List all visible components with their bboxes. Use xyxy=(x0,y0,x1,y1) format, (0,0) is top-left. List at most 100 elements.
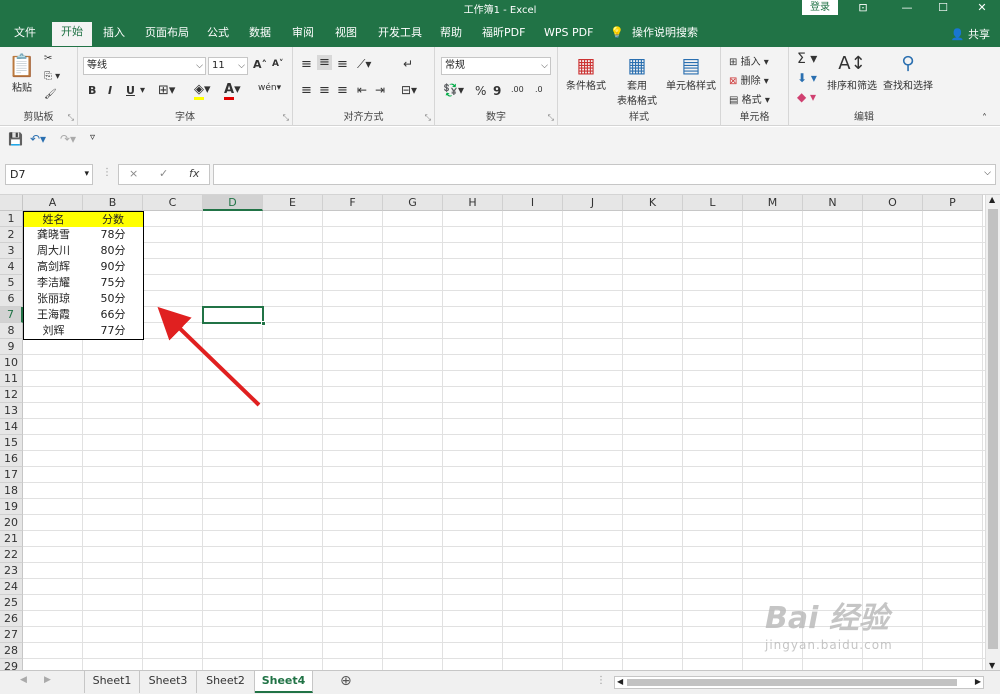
tell-me-search[interactable]: 操作说明搜索 xyxy=(628,23,702,47)
login-button[interactable]: 登录 xyxy=(802,0,838,15)
fill-icon[interactable]: ⬇ ▾ xyxy=(797,71,817,85)
tab-split-handle-icon[interactable]: ⋮ xyxy=(596,675,606,686)
increase-indent-icon[interactable]: ⇥ xyxy=(375,83,385,97)
column-header-k[interactable]: K xyxy=(623,195,683,211)
sheet-tab-sheet1[interactable]: Sheet1 xyxy=(84,671,140,693)
row-header-15[interactable]: 15 xyxy=(0,435,23,451)
row-header-4[interactable]: 4 xyxy=(0,259,23,275)
row-header-11[interactable]: 11 xyxy=(0,371,23,387)
align-middle-icon[interactable]: ≡ xyxy=(317,55,332,70)
vertical-scrollbar[interactable]: ▲ ▼ xyxy=(985,195,1000,670)
horizontal-scrollbar[interactable]: ◀ ▶ xyxy=(614,676,984,689)
percent-button[interactable]: % xyxy=(475,84,486,98)
decrease-indent-icon[interactable]: ⇤ xyxy=(357,83,367,97)
close-icon[interactable]: ✕ xyxy=(968,0,996,17)
decrease-decimal-button[interactable]: .0 xyxy=(535,85,543,94)
conditional-format-button[interactable]: ▦ 条件格式 xyxy=(564,53,608,92)
ribbon-display-icon[interactable]: ⊡ xyxy=(849,0,877,17)
tab-wps-pdf[interactable]: WPS PDF xyxy=(540,23,597,47)
add-sheet-icon[interactable]: ⊕ xyxy=(340,673,352,689)
tab-view[interactable]: 视图 xyxy=(331,23,361,47)
column-header-d[interactable]: D xyxy=(203,195,263,211)
column-header-g[interactable]: G xyxy=(383,195,443,211)
row-header-1[interactable]: 1 xyxy=(0,211,23,227)
sort-filter-button[interactable]: A↕ 排序和筛选 xyxy=(825,51,879,92)
column-header-n[interactable]: N xyxy=(803,195,863,211)
expand-formula-icon[interactable]: ⌵ xyxy=(984,168,991,178)
format-painter-icon[interactable]: 🖌 xyxy=(44,89,57,100)
underline-dropdown-icon[interactable]: ▾ xyxy=(140,85,145,96)
wrap-text-icon[interactable]: ↵ xyxy=(403,57,413,71)
collapse-ribbon-icon[interactable]: ˄ xyxy=(982,113,987,124)
row-header-6[interactable]: 6 xyxy=(0,291,23,307)
row-header-21[interactable]: 21 xyxy=(0,531,23,547)
tab-page-layout[interactable]: 页面布局 xyxy=(141,23,193,47)
align-center-icon[interactable]: ≡ xyxy=(319,83,330,98)
next-sheet-icon[interactable]: ▶ xyxy=(44,675,51,685)
merge-center-icon[interactable]: ⊟▾ xyxy=(401,83,417,97)
row-header-7[interactable]: 7 xyxy=(0,307,23,323)
column-header-l[interactable]: L xyxy=(683,195,743,211)
row-header-25[interactable]: 25 xyxy=(0,595,23,611)
undo-icon[interactable]: ↶▾ xyxy=(30,132,46,146)
number-launcher-icon[interactable]: ⤡ xyxy=(548,113,554,123)
paste-button[interactable]: 📋 粘贴 xyxy=(8,55,36,95)
customize-qat-icon[interactable]: ▿ xyxy=(90,132,95,143)
row-header-14[interactable]: 14 xyxy=(0,419,23,435)
cell-styles-button[interactable]: ▤ 单元格样式 xyxy=(662,53,720,92)
scroll-right-icon[interactable]: ▶ xyxy=(975,677,981,686)
column-header-p[interactable]: P xyxy=(923,195,983,211)
tab-data[interactable]: 数据 xyxy=(245,23,275,47)
column-header-o[interactable]: O xyxy=(863,195,923,211)
tab-formulas[interactable]: 公式 xyxy=(203,23,233,47)
font-launcher-icon[interactable]: ⤡ xyxy=(283,113,289,123)
format-cells-button[interactable]: ▤ 格式 ▾ xyxy=(729,91,770,106)
tab-file[interactable]: 文件 xyxy=(10,23,40,47)
insert-cells-button[interactable]: ⊞ 插入 ▾ xyxy=(729,53,769,68)
shrink-font-button[interactable]: A˅ xyxy=(272,59,283,69)
row-header-18[interactable]: 18 xyxy=(0,483,23,499)
bold-button[interactable]: B xyxy=(88,84,96,97)
column-header-e[interactable]: E xyxy=(263,195,323,211)
spreadsheet-grid[interactable]: 姓名 分数 龚晓雪 78分 周大川 80分 高剑辉 90分 李洁耀 75分 张丽琼 50分 王海霞 66分… xyxy=(0,195,985,670)
phonetic-icon[interactable]: wén▾ xyxy=(258,83,281,93)
tab-foxit-pdf[interactable]: 福昕PDF xyxy=(478,23,529,47)
align-bottom-icon[interactable]: ≡ xyxy=(337,57,348,72)
row-header-28[interactable]: 28 xyxy=(0,643,23,659)
row-header-29[interactable]: 29 xyxy=(0,659,23,670)
row-header-5[interactable]: 5 xyxy=(0,275,23,291)
row-header-22[interactable]: 22 xyxy=(0,547,23,563)
font-size-select[interactable]: 11 ⌵ xyxy=(208,57,248,75)
borders-icon[interactable]: ⊞▾ xyxy=(158,83,175,98)
clear-icon[interactable]: ◆ ▾ xyxy=(797,90,816,104)
align-left-icon[interactable]: ≡ xyxy=(301,83,312,98)
orientation-icon[interactable]: ⟋▾ xyxy=(357,57,371,72)
italic-button[interactable]: I xyxy=(108,84,112,97)
column-header-b[interactable]: B xyxy=(83,195,143,211)
resize-handle-icon[interactable]: ⋮ xyxy=(102,167,112,178)
row-header-2[interactable]: 2 xyxy=(0,227,23,243)
save-icon[interactable]: 💾 xyxy=(8,132,23,146)
redo-icon[interactable]: ↷▾ xyxy=(60,132,76,146)
column-header-m[interactable]: M xyxy=(743,195,803,211)
row-header-8[interactable]: 8 xyxy=(0,323,23,339)
align-right-icon[interactable]: ≡ xyxy=(337,83,348,98)
maximize-icon[interactable]: ☐ xyxy=(929,0,957,17)
prev-sheet-icon[interactable]: ◀ xyxy=(20,675,27,685)
row-header-27[interactable]: 27 xyxy=(0,627,23,643)
increase-decimal-button[interactable]: .00 xyxy=(511,85,524,94)
row-header-26[interactable]: 26 xyxy=(0,611,23,627)
insert-function-icon[interactable]: fx xyxy=(189,167,199,180)
comma-style-button[interactable]: 9 xyxy=(493,84,501,98)
row-header-13[interactable]: 13 xyxy=(0,403,23,419)
tab-review[interactable]: 审阅 xyxy=(288,23,318,47)
formula-input[interactable]: ⌵ xyxy=(213,164,996,185)
column-header-c[interactable]: C xyxy=(143,195,203,211)
row-header-16[interactable]: 16 xyxy=(0,451,23,467)
fill-color-icon[interactable]: ◈▾ xyxy=(194,82,211,100)
row-header-19[interactable]: 19 xyxy=(0,499,23,515)
number-format-select[interactable]: 常规 ⌵ xyxy=(441,57,551,75)
sheet-tab-sheet4[interactable]: Sheet4 xyxy=(255,671,313,693)
scroll-left-icon[interactable]: ◀ xyxy=(617,677,623,686)
autosum-icon[interactable]: Σ ▾ xyxy=(797,51,817,67)
